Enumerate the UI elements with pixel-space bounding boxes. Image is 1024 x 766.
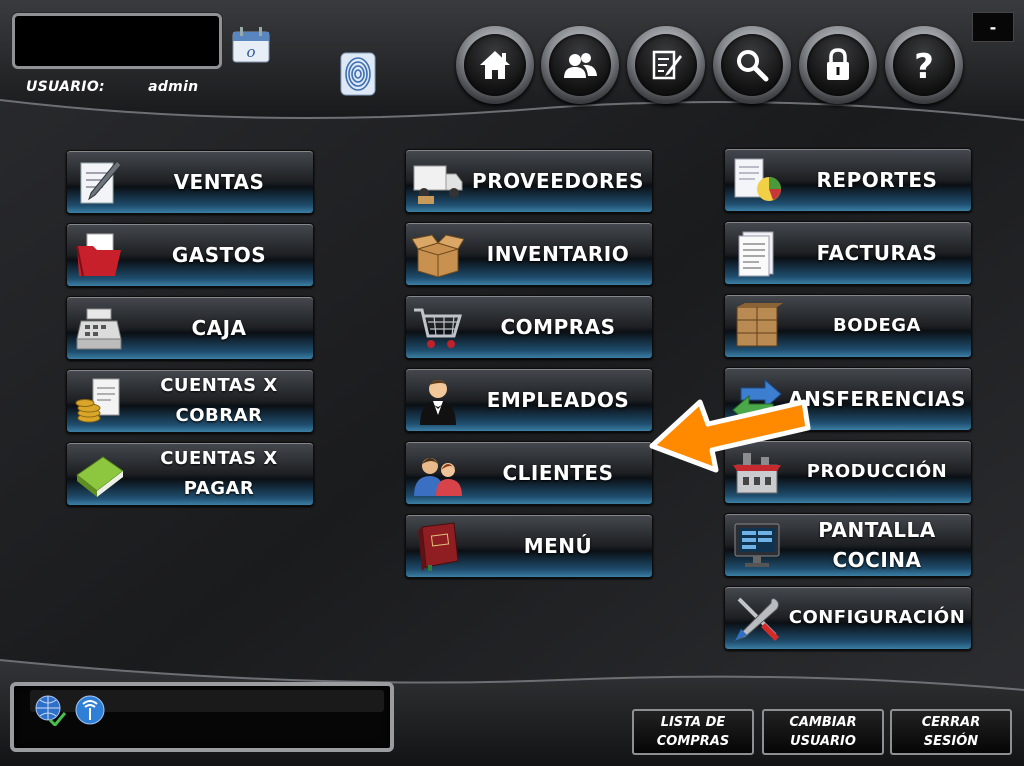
coins-invoice-icon	[75, 378, 120, 423]
warehouse-boxes-icon	[736, 303, 783, 347]
home-icon	[480, 51, 510, 79]
compras-button[interactable]: COMPRAS	[405, 295, 653, 359]
ventas-button[interactable]: VENTAS	[66, 150, 314, 214]
search-icon	[737, 50, 769, 82]
calendar-icon[interactable]: o	[231, 26, 271, 64]
help-icon: ?	[914, 47, 934, 84]
tools-icon	[735, 597, 780, 641]
pantalla-cocina-label: PANTALLA COCINA	[818, 518, 936, 572]
bodega-button[interactable]: BODEGA	[724, 294, 972, 358]
edit-icon	[652, 50, 682, 80]
bodega-label: BODEGA	[833, 315, 921, 336]
pen-document-icon	[80, 160, 122, 204]
lock-icon	[827, 48, 849, 80]
cuentas-pagar-button[interactable]: CUENTAS X PAGAR	[66, 442, 314, 506]
edit-button[interactable]	[627, 26, 705, 104]
gastos-button[interactable]: GASTOS	[66, 223, 314, 287]
clientes-label: CLIENTES	[502, 461, 614, 485]
top-display	[12, 13, 222, 69]
invoice-icon	[738, 231, 774, 277]
svg-text:o: o	[246, 43, 255, 61]
user-name: admin	[148, 79, 199, 95]
gastos-label: GASTOS	[171, 243, 267, 267]
delivery-truck-icon	[413, 165, 463, 204]
inventario-label: INVENTARIO	[486, 242, 630, 266]
status-panel	[10, 682, 394, 752]
box-icon	[412, 234, 464, 278]
orange-arrow-pointer	[649, 399, 811, 473]
reportes-label: REPORTES	[816, 168, 938, 192]
menu-button[interactable]: MENÚ	[405, 514, 653, 578]
facturas-label: FACTURAS	[816, 241, 938, 265]
menu-book-icon	[418, 522, 459, 571]
proveedores-label: PROVEEDORES	[472, 169, 644, 193]
network-globe-icon[interactable]	[34, 694, 66, 726]
waiter-icon	[420, 380, 456, 425]
cuentas-pagar-label: CUENTAS X PAGAR	[160, 448, 278, 499]
ventas-label: VENTAS	[173, 170, 265, 194]
minimize-button[interactable]: -	[972, 12, 1014, 42]
signal-icon[interactable]	[74, 694, 106, 726]
caja-label: CAJA	[191, 316, 247, 340]
cash-register-icon	[76, 308, 122, 350]
cuentas-cobrar-label: CUENTAS X COBRAR	[160, 375, 278, 426]
kitchen-screen-icon	[734, 523, 780, 567]
user-info: USUARIO: admin	[26, 79, 198, 95]
reportes-button[interactable]: REPORTES	[724, 148, 972, 212]
cuentas-cobrar-button[interactable]: CUENTAS X COBRAR	[66, 369, 314, 433]
home-button[interactable]	[456, 26, 534, 104]
empleados-button[interactable]: EMPLEADOS	[405, 368, 653, 432]
help-button[interactable]: ?	[885, 26, 963, 104]
svg-text:?: ?	[914, 47, 934, 84]
compras-label: COMPRAS	[500, 315, 616, 339]
pantalla-cocina-button[interactable]: PANTALLA COCINA	[724, 513, 972, 577]
facturas-button[interactable]: FACTURAS	[724, 221, 972, 285]
shopping-cart-icon	[414, 308, 463, 348]
green-book-icon	[76, 456, 124, 497]
user-label: USUARIO:	[26, 79, 105, 95]
report-chart-icon	[734, 158, 781, 201]
cambiar-usuario-button[interactable]: CAMBIAR USUARIO	[762, 709, 884, 755]
fingerprint-icon[interactable]	[340, 52, 376, 96]
customers-icon	[414, 458, 462, 496]
configuracion-label: CONFIGURACIÓN	[788, 607, 966, 628]
users-icon	[564, 53, 597, 78]
inventario-button[interactable]: INVENTARIO	[405, 222, 653, 286]
cerrar-sesion-button[interactable]: CERRAR SESIÓN	[890, 709, 1012, 755]
lock-button[interactable]	[799, 26, 877, 104]
clientes-button[interactable]: CLIENTES	[405, 441, 653, 505]
proveedores-button[interactable]: PROVEEDORES	[405, 149, 653, 213]
users-button[interactable]	[541, 26, 619, 104]
menu-label: MENÚ	[523, 534, 593, 558]
red-folder-icon	[76, 233, 121, 277]
caja-button[interactable]: CAJA	[66, 296, 314, 360]
empleados-label: EMPLEADOS	[486, 388, 630, 412]
search-button[interactable]	[713, 26, 791, 104]
lista-compras-button[interactable]: LISTA DE COMPRAS	[632, 709, 754, 755]
configuracion-button[interactable]: CONFIGURACIÓN	[724, 586, 972, 650]
